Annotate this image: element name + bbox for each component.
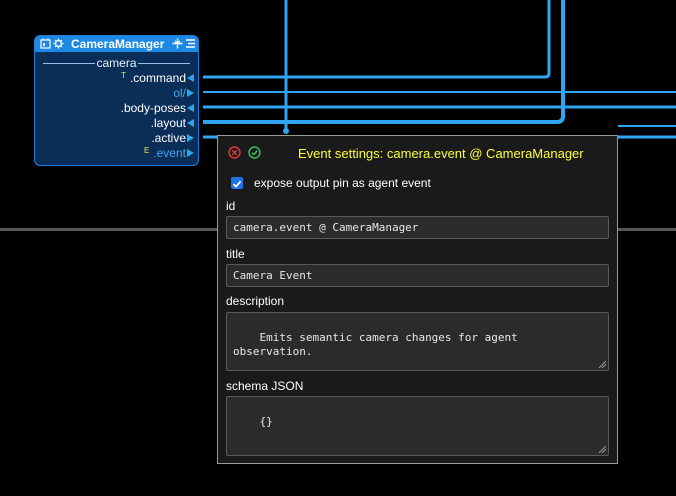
input-arrow-icon — [187, 119, 194, 127]
resize-handle-icon[interactable] — [599, 361, 606, 368]
close-icon[interactable] — [228, 146, 241, 159]
description-text: Emits semantic camera changes for agent … — [233, 331, 518, 358]
input-arrow-icon — [187, 104, 194, 112]
output-pin-active[interactable]: .active — [151, 131, 194, 145]
list-icon[interactable] — [185, 38, 196, 49]
confirm-icon[interactable] — [248, 146, 261, 159]
event-settings-dialog: Event settings: camera.event @ CameraMan… — [217, 135, 618, 464]
dialog-title: Event settings: camera.event @ CameraMan… — [298, 146, 584, 161]
output-arrow-icon — [187, 89, 194, 97]
description-field[interactable]: Emits semantic camera changes for agent … — [226, 312, 609, 371]
schema-field[interactable]: {} — [226, 396, 609, 456]
expose-checkbox[interactable] — [231, 177, 243, 189]
input-arrow-icon — [187, 74, 194, 82]
pin-label: .active — [151, 131, 186, 145]
camera-manager-node[interactable]: CameraManager camera T .command ol/ .body… — [34, 35, 199, 166]
output-pin-command[interactable]: T .command — [121, 71, 194, 85]
wire-command — [203, 0, 551, 79]
node-title: CameraManager — [71, 37, 165, 51]
expose-label: expose output pin as agent event — [254, 176, 431, 190]
wire-layout — [203, 0, 565, 124]
output-pin-event[interactable]: E .event — [143, 146, 194, 160]
schema-label: schema JSON — [226, 379, 304, 393]
pin-type-tag: T — [121, 71, 126, 80]
id-field[interactable]: camera.event @ CameraManager — [226, 216, 609, 239]
title-label: title — [226, 247, 245, 261]
node-header[interactable]: CameraManager — [35, 36, 198, 52]
pin-label: .layout — [150, 116, 186, 130]
schema-text: {} — [259, 415, 273, 428]
output-pin-ol[interactable]: ol/ — [173, 86, 194, 100]
blueprint-icon — [40, 38, 51, 49]
pin-label: ol/ — [173, 86, 186, 100]
pin-label: .event — [153, 146, 186, 160]
resize-handle-icon[interactable] — [599, 446, 606, 453]
gear-icon[interactable] — [53, 38, 64, 49]
wire-junction — [283, 128, 289, 134]
output-arrow-icon — [187, 134, 194, 142]
description-label: description — [226, 294, 285, 308]
output-pin-body-poses[interactable]: .body-poses — [120, 101, 194, 115]
id-label: id — [226, 199, 236, 213]
pin-type-tag: E — [143, 146, 150, 155]
title-field[interactable]: Camera Event — [226, 264, 609, 287]
node-section-label: camera — [35, 56, 198, 70]
pin-label: .body-poses — [120, 101, 186, 115]
output-pin-layout[interactable]: .layout — [150, 116, 194, 130]
pin-label: .command — [129, 71, 186, 85]
output-arrow-icon — [187, 149, 194, 157]
checkmark-icon — [232, 180, 242, 188]
pin-icon[interactable] — [172, 38, 183, 49]
